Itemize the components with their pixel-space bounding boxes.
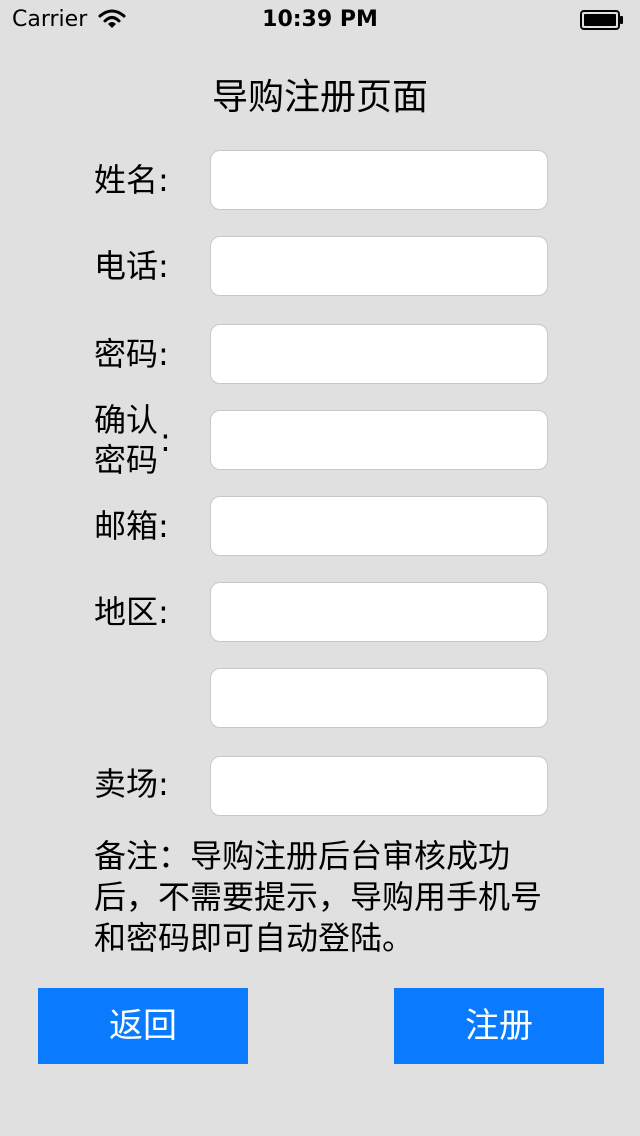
register-button[interactable]: 注册	[394, 988, 604, 1064]
password-label: 密码:	[94, 335, 169, 373]
phone-input[interactable]	[210, 236, 548, 296]
phone-label: 电话:	[94, 247, 169, 285]
confirm-label-colon: :	[160, 421, 171, 459]
name-label: 姓名:	[94, 161, 169, 199]
region-input[interactable]	[210, 582, 548, 642]
page-title: 导购注册页面	[211, 77, 428, 118]
store-label: 卖场:	[94, 765, 169, 803]
email-input[interactable]	[210, 496, 548, 556]
region-label: 地区:	[94, 593, 169, 631]
store-input[interactable]	[210, 756, 548, 816]
region-detail-input[interactable]	[210, 668, 548, 728]
password-input[interactable]	[210, 324, 548, 384]
confirm-password-input[interactable]	[210, 410, 548, 470]
confirm-label-line1: 确认	[94, 401, 159, 439]
confirm-password-label: 确认 密码 :	[94, 400, 171, 480]
back-button[interactable]: 返回	[38, 988, 248, 1064]
status-time: 10:39 PM	[262, 7, 378, 32]
note-text: 备注：导购注册后台审核成功后，不需要提示，导购用手机号和密码即可自动登陆。	[94, 837, 543, 957]
email-label: 邮箱:	[94, 507, 169, 545]
confirm-label-line2: 密码	[94, 441, 159, 479]
status-bar: Carrier 10:39 PM	[0, 0, 640, 40]
battery-icon	[580, 10, 623, 30]
name-input[interactable]	[210, 150, 548, 210]
